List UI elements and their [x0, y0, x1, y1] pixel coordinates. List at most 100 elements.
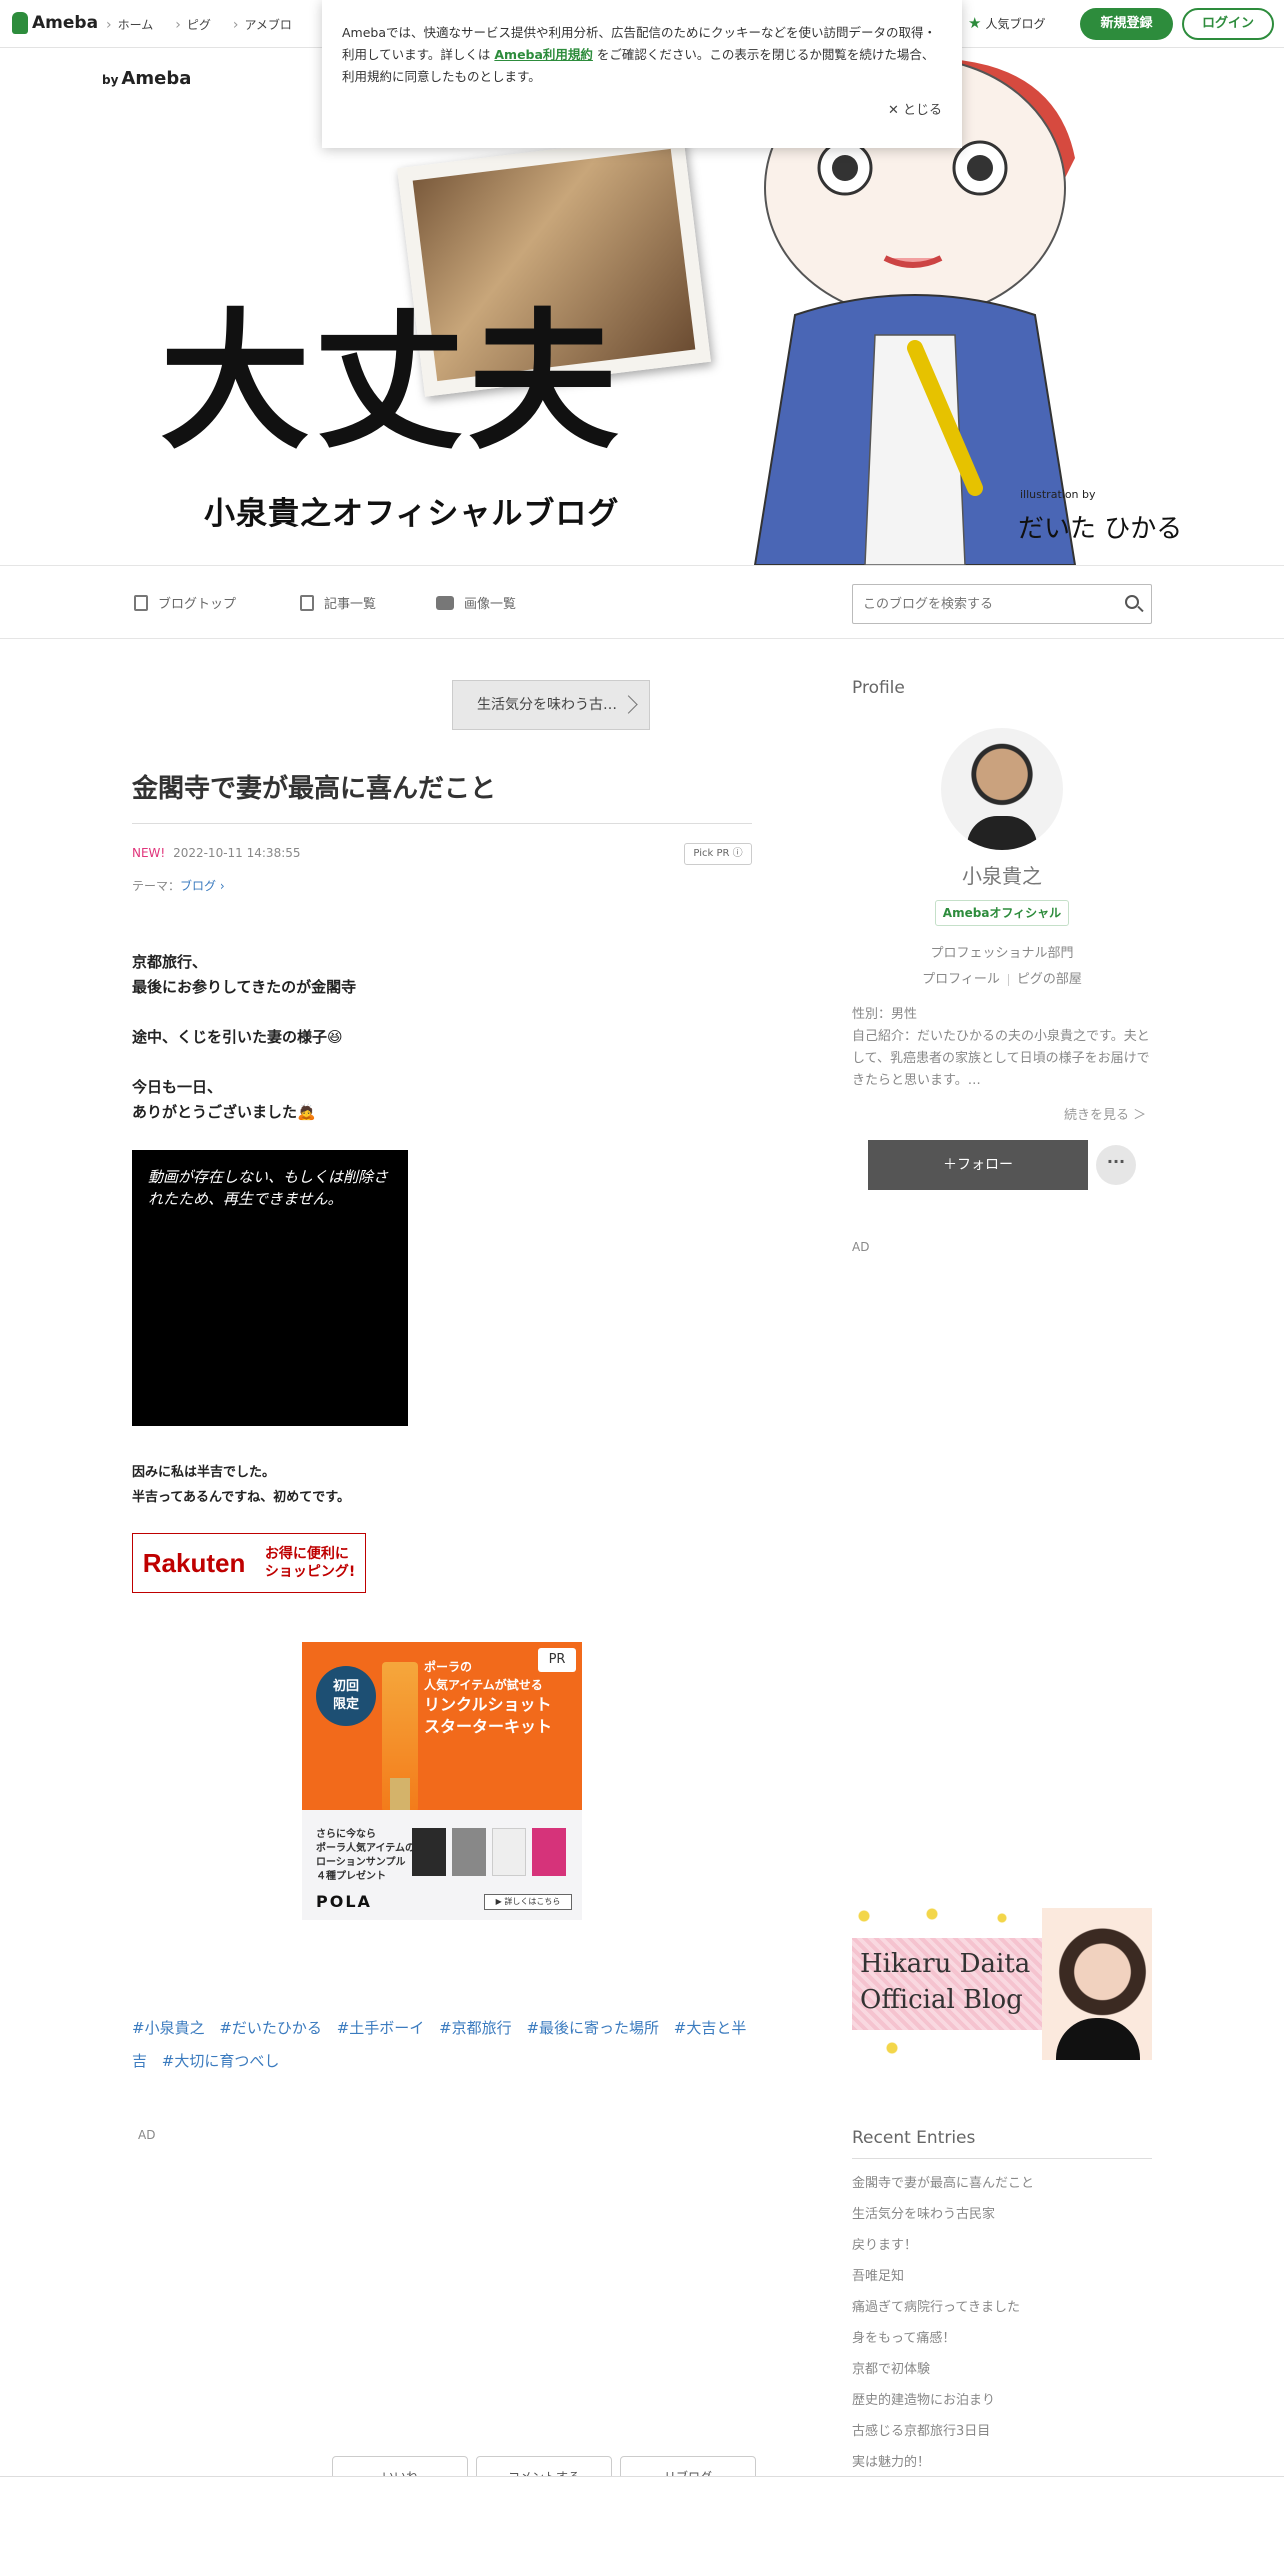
recent-entry[interactable]: 実は魅力的！ [852, 2447, 1152, 2478]
sample-line: さらに今なら [316, 1829, 376, 1840]
video-unavailable[interactable]: 動画が存在しない、もしくは削除されたため、再生できません。 [132, 1150, 408, 1426]
illustrator-name: だいた ひかる [1018, 514, 1183, 544]
recent-entries-heading: Recent Entries [852, 2128, 1152, 2159]
profile-intro: 自己紹介：だいたひかるの夫の小泉貴之です。夫として、乳癌患者の家族として日頃の様… [852, 1029, 1150, 1088]
ad-sample-text: さらに今なら ポーラ人気アイテムの ローションサンプル ４種プレゼント [316, 1828, 415, 1884]
rakuten-logo: Rakuten [142, 1547, 246, 1578]
theme-link[interactable]: ブログ › [180, 879, 225, 893]
recent-entry[interactable]: 生活気分を味わう古民家 [852, 2199, 1152, 2230]
hikaru-line: Hikaru Daita [860, 1949, 1031, 1979]
pola-logo: POLA [316, 1892, 372, 1911]
by-label: by [102, 73, 119, 87]
terms-link[interactable]: Ameba利用規約 [494, 47, 593, 62]
body-line: 因みに私は半吉でした。 [132, 1465, 276, 1480]
recent-entry[interactable]: 痛過ぎて病院行ってきました [852, 2292, 1152, 2323]
global-nav: ホーム ピグ アメブロ [106, 16, 292, 33]
by-ameba-logo: by Ameba [102, 68, 191, 89]
body-line: 最後にお参りしてきたのが金閣寺 [132, 978, 357, 996]
ad-lead-line: ポーラの [424, 1660, 473, 1674]
search-icon[interactable] [1125, 595, 1139, 609]
hashtag[interactable]: #最後に寄った場所 [526, 2019, 659, 2037]
nav-blog-top-label: ブログトップ [158, 597, 237, 612]
recent-entry[interactable]: 古感じる京都旅行3日目 [852, 2416, 1152, 2447]
ad-headline-line: スターターキット [424, 1717, 553, 1736]
nav-image-list[interactable]: 画像一覧 [436, 593, 516, 612]
hikaru-portrait [1042, 1908, 1152, 2060]
pig-room-link[interactable]: ピグの部屋 [1017, 972, 1082, 987]
sample-boxes-image [412, 1828, 566, 1876]
follow-button[interactable]: ＋フォロー [868, 1140, 1088, 1190]
nav-pig[interactable]: ピグ [175, 16, 211, 33]
nav-blog-top[interactable]: ブログトップ [134, 593, 236, 612]
login-button[interactable]: ログイン [1182, 8, 1274, 40]
rakuten-copy-line: ショッピング! [264, 1564, 356, 1580]
nav-image-list-label: 画像一覧 [464, 597, 517, 612]
hikaru-daita-blog-banner[interactable]: Hikaru Daita Official Blog [852, 1908, 1152, 2060]
profile-link[interactable]: プロフィール [922, 972, 1000, 987]
sample-line: ローションサンプル [316, 1857, 406, 1868]
ad-more-button[interactable]: ▶ 詳しくはこちら [484, 1894, 572, 1910]
body-line: ありがとうございました🙇 [132, 1103, 316, 1121]
pick-pr-button[interactable]: Pick PR ⓘ [684, 843, 752, 865]
star-icon: ★ [968, 14, 982, 32]
hashtag[interactable]: #大切に育つべし [162, 2052, 280, 2070]
limited-badge: 初回 限定 [316, 1666, 376, 1726]
ad-headline: リンクルショット スターターキット [424, 1694, 552, 1738]
profile-info: 性別：男性 自己紹介：だいたひかるの夫の小泉貴之です。夫として、乳癌患者の家族と… [852, 1004, 1152, 1092]
illustration-credit: illustration by [1020, 488, 1096, 501]
product-tube-image [382, 1662, 418, 1814]
profile-dept[interactable]: プロフェッショナル部門 [852, 942, 1152, 961]
blog-title-large: 大丈夫 [160, 296, 623, 470]
hashtag[interactable]: #土手ボーイ [337, 2019, 425, 2037]
ameba-logo[interactable]: Ameba [12, 12, 98, 34]
article-meta: NEW! 2022-10-11 14:38:55 [132, 846, 301, 860]
more-options-button[interactable]: ··· [1096, 1145, 1136, 1185]
read-more-link[interactable]: 続きを見る ＞ [1064, 1104, 1146, 1123]
profile-name[interactable]: 小泉貴之 [852, 860, 1152, 889]
camera-icon [436, 595, 454, 610]
search-input[interactable] [853, 585, 1093, 623]
badge-line: 初回 [332, 1679, 359, 1694]
profile-links: プロフィール ピグの部屋 [852, 968, 1152, 987]
recent-entry[interactable]: 京都で初体験 [852, 2354, 1152, 2385]
rakuten-copy: お得に便利に ショッピング! [265, 1545, 355, 1581]
recent-entries-list: 金閣寺で妻が最高に喜んだこと 生活気分を味わう古民家 戻ります！ 吾唯足知 痛過… [852, 2168, 1152, 2478]
cookie-close-button[interactable]: ✕ とじる [888, 100, 942, 122]
ad-lead-line: 人気アイテムが試せる [424, 1678, 543, 1692]
popular-blog-link[interactable]: ★ 人気ブログ [968, 14, 1045, 32]
nav-entry-list[interactable]: 記事一覧 [300, 593, 376, 612]
ameba-mascot-icon [12, 12, 28, 34]
article-body: 京都旅行、 最後にお参りしてきたのが金閣寺 途中、くじを引いた妻の様子😆 今日も一… [132, 950, 356, 1150]
recent-entry[interactable]: 金閣寺で妻が最高に喜んだこと [852, 2168, 1152, 2199]
hashtag[interactable]: #小泉貴之 [132, 2019, 205, 2037]
nav-amebro[interactable]: アメブロ [233, 16, 291, 33]
article-title: 金閣寺で妻が最高に喜んだこと [132, 768, 752, 824]
sidebar-ad-label: AD [852, 1240, 870, 1254]
article-date: 2022-10-11 14:38:55 [173, 846, 301, 860]
sample-line: ４種プレゼント [316, 1871, 386, 1882]
pr-badge: PR [538, 1648, 576, 1672]
article-theme: テーマ：ブログ › [132, 877, 225, 894]
profile-gender: 性別：男性 [852, 1007, 918, 1022]
rakuten-banner[interactable]: Rakuten お得に便利に ショッピング! [132, 1533, 366, 1593]
hashtag[interactable]: #だいたひかる [219, 2019, 322, 2037]
recent-entry[interactable]: 吾唯足知 [852, 2261, 1152, 2292]
body-line: 半吉ってあるんですね、初めてです。 [132, 1490, 351, 1505]
ad-lead: ポーラの人気アイテムが試せる [424, 1658, 543, 1694]
nav-home[interactable]: ホーム [106, 16, 154, 33]
profile-heading: Profile [852, 678, 905, 698]
recent-entry[interactable]: 歴史的建造物にお泊まり [852, 2385, 1152, 2416]
badge-line: 限定 [332, 1697, 359, 1712]
blog-nav: ブログトップ 記事一覧 画像一覧 [0, 565, 1284, 639]
hikaru-line: Official Blog [860, 1985, 1023, 2015]
avatar[interactable] [941, 728, 1063, 850]
hashtag-list: #小泉貴之 #だいたひかる #土手ボーイ #京都旅行 #最後に寄った場所 #大吉… [132, 2012, 752, 2078]
recent-entry[interactable]: 戻ります！ [852, 2230, 1152, 2261]
recent-entry[interactable]: 身をもって痛感！ [852, 2323, 1152, 2354]
ad-headline-line: リンクルショット [424, 1695, 552, 1714]
hashtag[interactable]: #京都旅行 [439, 2019, 512, 2037]
signup-button[interactable]: 新規登録 [1080, 8, 1173, 40]
blog-search [852, 584, 1152, 624]
prev-entry-button[interactable]: 生活気分を味わう古… [452, 680, 650, 730]
pola-ad[interactable]: PR 初回 限定 ポーラの 人気アイテムが試せる リンクルショット スターターキット … [302, 1642, 582, 1920]
